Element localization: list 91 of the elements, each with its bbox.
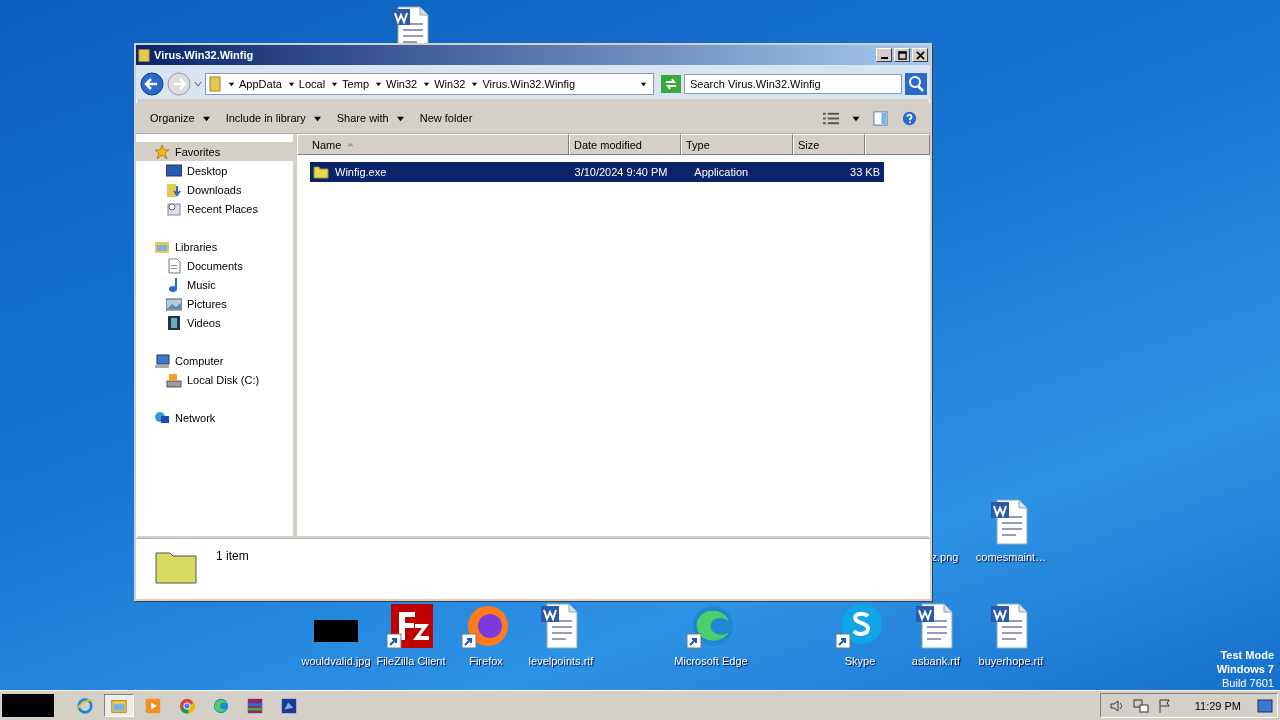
item-count: 1 item — [216, 549, 249, 563]
clock[interactable]: 11:29 PM — [1194, 699, 1241, 712]
icon-label: Firefox — [469, 655, 503, 667]
address-bar[interactable]: AppData Local Temp Win32 Win32 Virus.Win32.Winfig — [205, 73, 654, 95]
sidebar-item[interactable]: Music — [136, 275, 293, 294]
videos-icon — [166, 314, 182, 331]
close-button[interactable] — [912, 48, 928, 62]
caret-icon[interactable] — [471, 80, 479, 88]
caret-icon[interactable] — [331, 80, 339, 88]
sidebar-item[interactable]: Libraries — [136, 237, 293, 256]
folder-icon — [138, 47, 150, 63]
preview-pane-icon[interactable] — [872, 110, 889, 126]
breadcrumb-item[interactable]: Temp — [342, 78, 369, 90]
maximize-icon — [897, 50, 907, 60]
file-row[interactable]: Winfig.exe 3/10/2024 9:40 PM Application 33 KB — [310, 162, 884, 182]
star-icon — [154, 143, 170, 160]
breadcrumb-item[interactable]: AppData — [239, 78, 282, 90]
column-header[interactable]: Name — [297, 134, 569, 155]
history-caret-icon[interactable] — [194, 80, 202, 88]
folder-icon[interactable] — [104, 694, 134, 717]
caret-icon[interactable] — [423, 80, 431, 88]
watermark-text: Build 7601 — [1222, 676, 1274, 690]
flag-icon[interactable] — [1156, 697, 1173, 714]
desktop-icon — [166, 162, 182, 179]
network-icon — [154, 409, 170, 426]
start-button[interactable] — [2, 694, 54, 717]
network-icon[interactable] — [1132, 697, 1149, 714]
sidebar-item[interactable]: Pictures — [136, 294, 293, 313]
caret-icon[interactable] — [375, 80, 382, 88]
pictures-icon — [166, 295, 182, 312]
recent-icon — [166, 200, 182, 217]
column-header[interactable]: Type — [681, 134, 793, 155]
sidebar-item[interactable]: Network — [136, 408, 293, 427]
breadcrumb-item[interactable]: Win32 — [386, 78, 418, 90]
icon-label: levelpoints.rtf — [528, 655, 594, 667]
caret-icon[interactable] — [287, 80, 295, 88]
sidebar-item[interactable]: Documents — [136, 256, 293, 275]
folder-icon — [208, 76, 222, 92]
view-options-icon[interactable] — [823, 110, 840, 126]
filezilla-icon[interactable] — [387, 602, 435, 650]
refresh-icon[interactable] — [661, 75, 681, 93]
icon-label: comesmaint… — [975, 551, 1047, 563]
downloads-icon — [166, 181, 182, 198]
table-cell: Winfig.exe — [335, 166, 387, 178]
window-title: Virus.Win32.Winfig — [154, 49, 255, 61]
disk-icon — [166, 371, 182, 388]
sidebar-item[interactable]: Recent Places — [136, 199, 293, 218]
search-icon[interactable] — [905, 73, 927, 95]
show-desktop-icon[interactable] — [1257, 697, 1273, 714]
toolbar-button[interactable]: Organize — [142, 112, 218, 124]
sidebar-item[interactable]: Videos — [136, 313, 293, 332]
skype-icon[interactable] — [836, 602, 884, 650]
sidebar-item[interactable]: Favorites — [136, 142, 293, 161]
back-button[interactable] — [140, 72, 164, 96]
table-cell-text: Application — [694, 166, 750, 178]
help-icon[interactable] — [901, 110, 918, 126]
documents-icon — [166, 257, 182, 274]
breadcrumb-item[interactable]: Local — [298, 78, 326, 90]
toolbar-button[interactable]: Share with — [328, 112, 412, 124]
sidebar-item[interactable]: Local Disk (C:) — [136, 370, 293, 389]
icon-label: buyerhope.rtf — [978, 655, 1044, 667]
folder-icon — [313, 165, 329, 179]
caret-icon[interactable] — [228, 80, 235, 88]
dropdown-caret-icon[interactable] — [640, 80, 647, 88]
watermark-text: Test Mode — [1220, 648, 1274, 662]
search-field[interactable]: Search Virus.Win32.Winfig — [684, 74, 902, 94]
sidebar-item[interactable]: Downloads — [136, 180, 293, 199]
icon-label: FileZilla Client — [376, 655, 446, 667]
minimize-icon — [880, 57, 888, 59]
sidebar-item[interactable]: Computer — [136, 351, 293, 370]
speaker-icon[interactable] — [1108, 697, 1125, 714]
icon-label: asbank.rtf — [911, 655, 961, 667]
icon-label: wouldvalid.jpg — [301, 655, 371, 667]
icon-label: Microsoft Edge — [674, 655, 748, 667]
toolbar-button[interactable]: Include in library — [217, 112, 329, 124]
close-icon — [915, 50, 925, 60]
breadcrumb-item[interactable]: Virus.Win32.Winfig — [482, 78, 576, 90]
breadcrumb-item[interactable]: Win32 — [434, 78, 466, 90]
watermark-text: Windows 7 — [1216, 662, 1274, 676]
maximize-button[interactable] — [894, 48, 910, 62]
icon-label: z.png — [931, 551, 959, 563]
table-cell-text: 3/10/2024 9:40 PM — [574, 166, 669, 178]
computer-icon — [154, 352, 170, 369]
caret-icon[interactable] — [852, 114, 860, 122]
table-cell-text: 33 KB — [849, 166, 881, 178]
column-header[interactable]: Size — [793, 134, 865, 155]
minimize-button[interactable] — [876, 48, 892, 62]
column-header[interactable]: Date modified — [569, 134, 681, 155]
toolbar-button[interactable]: New folder — [411, 112, 481, 124]
icon-label: Skype — [844, 655, 876, 667]
sidebar-item[interactable]: Desktop — [136, 161, 293, 180]
